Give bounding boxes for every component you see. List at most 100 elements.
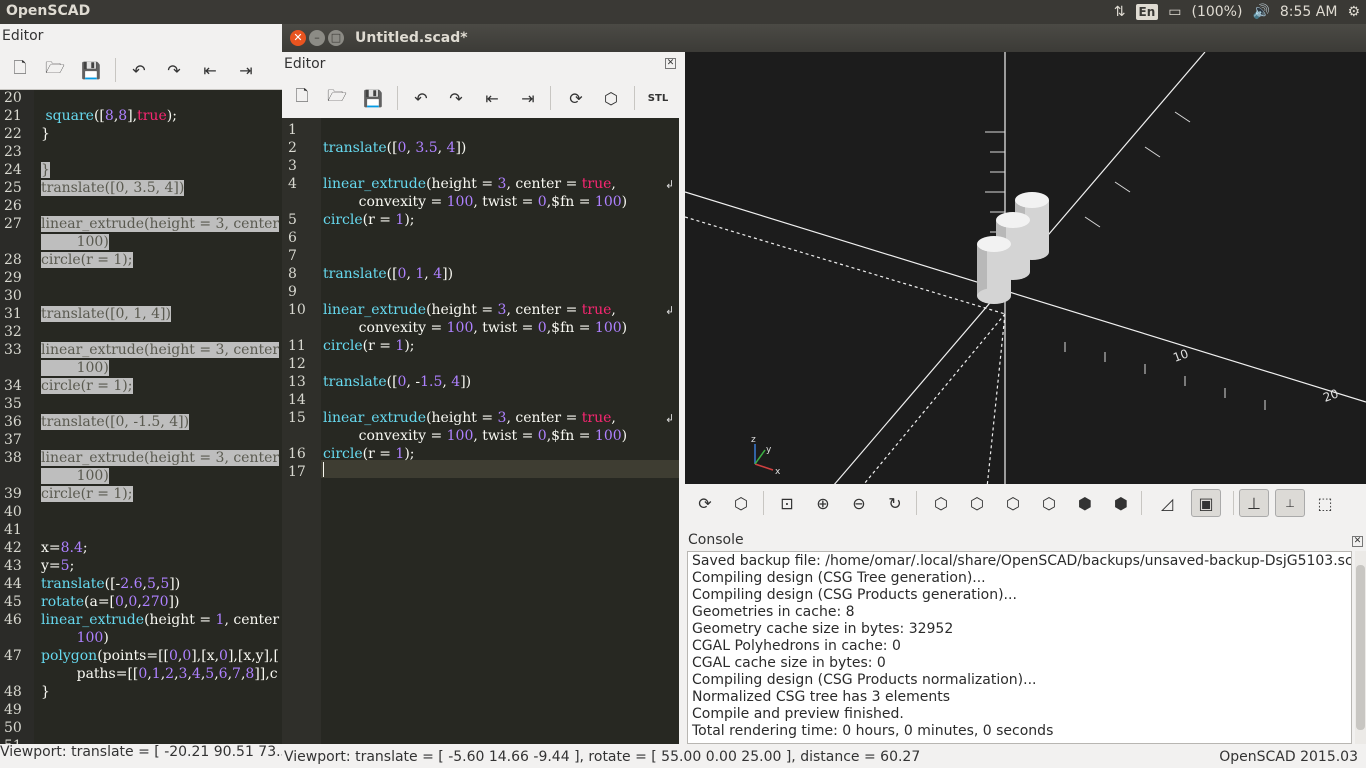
battery-icon[interactable]: ▭ (1168, 4, 1181, 20)
console-output[interactable]: Saved backup file: /home/omar/.local/sha… (687, 551, 1352, 744)
line-number: 15 (288, 410, 306, 426)
preview-icon[interactable]: ⟳ (564, 86, 588, 110)
volume-icon[interactable]: 🔊 (1252, 4, 1269, 20)
redo-icon[interactable]: ↷ (444, 86, 468, 110)
keyboard-language-indicator[interactable]: En (1135, 4, 1159, 20)
unindent-icon[interactable]: ⇤ (198, 58, 222, 82)
network-transfer-icon[interactable]: ⇅ (1114, 4, 1126, 20)
reset-view-icon[interactable]: ↻ (883, 491, 907, 515)
line-number: 35 (4, 396, 22, 412)
line-number: 29 (4, 270, 22, 286)
console-line: Compiling design (CSG Products generatio… (692, 587, 1017, 603)
render-icon[interactable]: ⬡ (599, 86, 623, 110)
close-window-button[interactable]: ✕ (290, 30, 306, 46)
new-file-icon[interactable]: 🗋 (290, 86, 314, 110)
close-editor-icon[interactable]: ✕ (665, 58, 676, 69)
preview-icon[interactable]: ⟳ (693, 491, 717, 515)
code-line: convexity = 100, twist = 0,$fn = 100) (323, 320, 628, 336)
minimize-window-button[interactable]: – (309, 30, 325, 46)
new-file-icon[interactable]: 🗋 (8, 58, 32, 82)
view-top-icon[interactable]: ⬡ (965, 491, 989, 515)
save-icon[interactable]: 💾 (79, 58, 103, 82)
show-scale-markers-icon[interactable]: ⊥ (1275, 489, 1305, 517)
toolbar-separator (1233, 491, 1234, 515)
line-number: 1 (288, 122, 297, 138)
system-top-bar: OpenSCAD ⇅ En ▭ (100%) 🔊 8:55 AM ⚙ (0, 0, 1366, 24)
line-number: 23 (4, 144, 22, 160)
save-icon[interactable]: 💾 (361, 86, 385, 110)
text-cursor (323, 462, 324, 477)
indent-icon[interactable]: ⇥ (234, 58, 258, 82)
code-line: 100) (41, 360, 109, 376)
console-line: Compiling design (CSG Tree generation)..… (692, 570, 986, 586)
view-left-icon[interactable]: ⬡ (1037, 491, 1061, 515)
undo-icon[interactable]: ↶ (127, 58, 151, 82)
code-editor[interactable]: 1 2 translate([0, 3.5, 4]) 3 4 linear_extrude… (282, 118, 679, 744)
show-axes-icon[interactable]: ⊥ (1239, 489, 1269, 517)
code-line: translate([0, -1.5, 4]) (323, 374, 472, 390)
code-line: linear_extrude(height = 3, center (41, 342, 280, 358)
line-number: 42 (4, 540, 22, 556)
open-folder-icon[interactable]: 🗁 (325, 86, 349, 110)
settings-gear-icon[interactable]: ⚙ (1347, 4, 1360, 20)
line-number: 31 (4, 306, 22, 322)
zoom-out-icon[interactable]: ⊖ (847, 491, 871, 515)
code-line: y=5; (41, 558, 75, 574)
line-number: 13 (288, 374, 306, 390)
render-icon[interactable]: ⬡ (729, 491, 753, 515)
console-line: CGAL Polyhedrons in cache: 0 (692, 638, 901, 654)
battery-percent[interactable]: (100%) (1192, 4, 1243, 20)
line-number: 27 (4, 216, 22, 232)
unindent-icon[interactable]: ⇤ (480, 86, 504, 110)
ruler-label-10: 10 (1171, 346, 1190, 364)
toolbar-separator (397, 86, 398, 110)
toolbar-separator (634, 86, 635, 110)
close-console-icon[interactable]: ✕ (1352, 536, 1363, 547)
code-line: convexity = 100, twist = 0,$fn = 100) (323, 194, 628, 210)
code-line: x=8.4; (41, 540, 88, 556)
code-line: linear_extrude(height = 3, center = true… (323, 410, 616, 426)
version-label: OpenSCAD 2015.03 (1219, 749, 1358, 765)
console-line: Compiling design (CSG Products normaliza… (692, 672, 1037, 688)
redo-icon[interactable]: ↷ (162, 58, 186, 82)
wrap-indicator-icon: ↲ (665, 412, 675, 425)
axis-label-x: x (775, 467, 781, 477)
console-scrollbar[interactable] (1355, 551, 1366, 744)
console-scrollbar-thumb[interactable] (1356, 565, 1365, 730)
viewport-canvas[interactable]: 20 10 z y x (685, 52, 1366, 507)
view-all-icon[interactable]: ⊡ (775, 491, 799, 515)
window-title: Untitled.scad* (355, 30, 468, 46)
perspective-icon[interactable]: ◿ (1155, 491, 1179, 515)
line-number: 4 (288, 176, 297, 192)
code-line: convexity = 100, twist = 0,$fn = 100) (323, 428, 628, 444)
undo-icon[interactable]: ↶ (409, 86, 433, 110)
orthogonal-icon[interactable]: ▣ (1191, 489, 1221, 517)
indent-icon[interactable]: ⇥ (516, 86, 540, 110)
line-number: 47 (4, 648, 22, 664)
maximize-window-button[interactable]: □ (328, 30, 344, 46)
line-number: 48 (4, 684, 22, 700)
editor-title: Editor (284, 56, 326, 72)
line-number: 40 (4, 504, 22, 520)
line-number: 16 (288, 446, 306, 462)
line-number: 8 (288, 266, 297, 282)
open-folder-icon[interactable]: 🗁 (43, 58, 67, 82)
view-right-icon[interactable]: ⬡ (929, 491, 953, 515)
line-number: 9 (288, 284, 297, 300)
zoom-in-icon[interactable]: ⊕ (811, 491, 835, 515)
export-stl-icon[interactable]: STL (646, 86, 670, 110)
code-line: circle(r = 1); (323, 446, 415, 462)
line-number: 22 (4, 126, 22, 142)
show-edges-icon[interactable]: ⬚ (1313, 491, 1337, 515)
line-number: 46 (4, 612, 22, 628)
view-bottom-icon[interactable]: ⬡ (1001, 491, 1025, 515)
line-number: 11 (288, 338, 306, 354)
viewport-toolbar: ⟳ ⬡ ⊡ ⊕ ⊖ ↻ ⬡ ⬡ ⬡ ⬡ ⬢ ⬢ ◿ ▣ ⊥ ⊥ ⬚ (685, 484, 1366, 522)
3d-viewport[interactable]: 20 10 z y x (685, 52, 1366, 507)
view-back-icon[interactable]: ⬢ (1109, 491, 1133, 515)
app-name: OpenSCAD (6, 3, 91, 19)
cylinder-shape (977, 236, 1011, 304)
line-number: 45 (4, 594, 22, 610)
view-front-icon[interactable]: ⬢ (1073, 491, 1097, 515)
clock[interactable]: 8:55 AM (1280, 4, 1338, 20)
